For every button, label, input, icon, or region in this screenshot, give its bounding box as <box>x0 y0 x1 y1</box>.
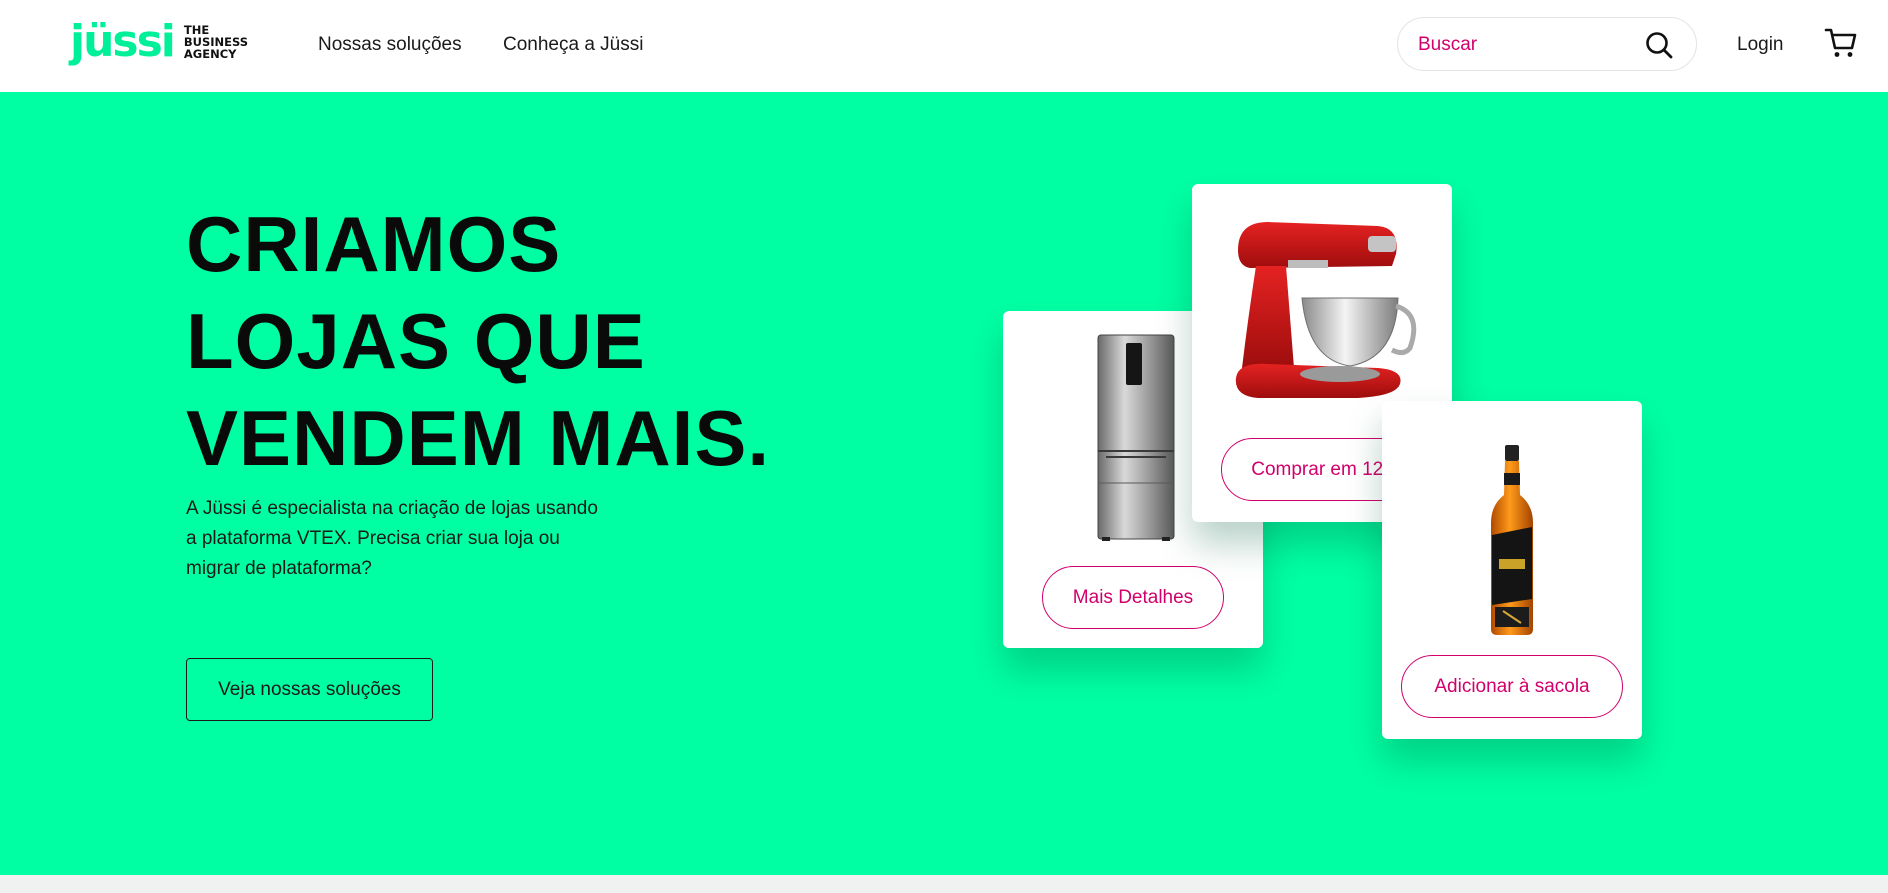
add-to-bag-button[interactable]: Adicionar à sacola <box>1401 655 1623 718</box>
stand-mixer-image <box>1235 222 1417 398</box>
logo-mark: jüssi <box>70 16 176 67</box>
nav-link-solutions[interactable]: Nossas soluções <box>318 34 462 56</box>
solutions-cta-button[interactable]: Veja nossas soluções <box>186 658 433 721</box>
logo-tagline-line: AGENCY <box>183 47 237 61</box>
logo-tagline: THE BUSINESS AGENCY <box>184 24 248 60</box>
hero-title-line: CRIAMOS <box>186 200 562 288</box>
hero-title: CRIAMOS LOJAS QUE VENDEM MAIS. <box>186 196 806 487</box>
juessi-logo[interactable]: jüssi THE BUSINESS AGENCY <box>70 16 280 68</box>
refrigerator-image <box>1097 334 1175 541</box>
details-button[interactable]: Mais Detalhes <box>1042 566 1224 629</box>
hero-description: A Jüssi é especialista na criação de loj… <box>186 498 598 579</box>
search-box <box>1397 17 1697 71</box>
hero-section: CRIAMOS LOJAS QUE VENDEM MAIS. A Jüssi é… <box>0 92 1888 875</box>
product-card-whisky: Adicionar à sacola <box>1382 401 1642 739</box>
login-link[interactable]: Login <box>1737 34 1784 56</box>
search-input[interactable] <box>1418 30 1638 60</box>
next-section-strip <box>0 875 1888 893</box>
search-icon[interactable] <box>1644 30 1674 60</box>
hero-title-line: LOJAS QUE <box>186 297 646 385</box>
nav-link-about[interactable]: Conheça a Jüssi <box>503 34 643 56</box>
site-header: jüssi THE BUSINESS AGENCY Nossas soluçõe… <box>0 0 1888 92</box>
cart-icon[interactable] <box>1824 26 1858 60</box>
hero-title-line: VENDEM MAIS. <box>186 394 771 482</box>
whisky-bottle-image <box>1491 445 1533 635</box>
